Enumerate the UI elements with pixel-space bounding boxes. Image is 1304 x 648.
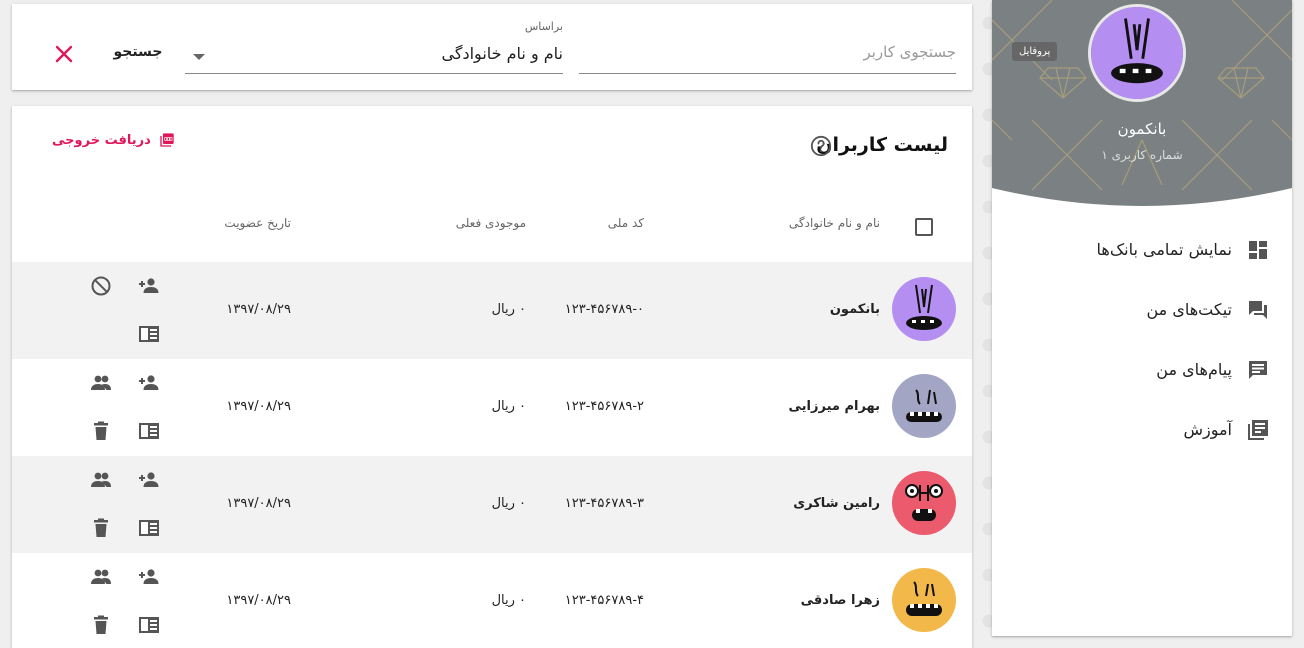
sidebar-item-tutorial[interactable]: آموزش — [992, 408, 1292, 452]
sidebar-item-label: پیام‌های من — [1156, 360, 1232, 379]
search-bar: جستجو براساس نام و نام خانوادگی — [12, 4, 972, 90]
avatar — [892, 568, 956, 632]
column-header-balance: موجودی فعلی — [455, 216, 526, 230]
sidebar-item-my-messages[interactable]: پیام‌های من — [992, 348, 1292, 392]
ledger-icon[interactable] — [137, 613, 161, 637]
ledger-icon[interactable] — [137, 516, 161, 540]
user-name: بانکمون — [829, 302, 880, 317]
ledger-icon[interactable] — [137, 419, 161, 443]
library-books-icon — [1248, 420, 1268, 440]
user-name: زهرا صادقی — [800, 593, 880, 608]
user-join-date: ۱۳۹۷/۰۸/۲۹ — [226, 399, 291, 414]
export-button[interactable]: دریافت خروجی — [52, 132, 175, 148]
sidebar-item-my-tickets[interactable]: تیکت‌های من — [992, 288, 1292, 332]
user-join-date: ۱۳۹۷/۰۸/۲۹ — [226, 496, 291, 511]
user-national-id: ۱۲۳-۴۵۶۷۸۹-۰ — [564, 302, 644, 317]
search-button[interactable]: جستجو — [108, 44, 168, 60]
avatar — [892, 374, 956, 438]
search-input[interactable] — [579, 30, 956, 73]
table-row[interactable]: رامین شاکری ۱۲۳-۴۵۶۷۸۹-۳ ۰ ریال ۱۳۹۷/۰۸/… — [12, 456, 972, 553]
user-join-date: ۱۳۹۷/۰۸/۲۹ — [226, 302, 291, 317]
profile-header: پروفایل بانکمون شماره کاربری ۱ — [992, 0, 1292, 212]
table-row[interactable]: بانکمون ۱۲۳-۴۵۶۷۸۹-۰ ۰ ریال ۱۳۹۷/۰۸/۲۹ — [12, 262, 972, 359]
add-member-icon[interactable] — [137, 468, 161, 492]
user-national-id: ۱۲۳-۴۵۶۷۸۹-۲ — [564, 399, 644, 414]
user-name: بهرام میرزایی — [788, 399, 880, 414]
chevron-down-icon — [193, 54, 205, 60]
avatar — [892, 471, 956, 535]
forum-icon — [1249, 301, 1267, 319]
column-header-join-date: تاریخ عضویت — [224, 216, 291, 230]
add-member-icon[interactable] — [137, 274, 161, 298]
search-field — [579, 30, 956, 74]
page-title: لیست کاربران — [816, 134, 948, 156]
profile-subtitle: شماره کاربری ۱ — [1101, 148, 1183, 162]
filter-select[interactable]: براساس نام و نام خانوادگی — [185, 18, 563, 74]
users-list-card: لیست کاربران دریافت خروجی نام و نام خانو… — [12, 106, 972, 648]
add-member-icon[interactable] — [137, 371, 161, 395]
column-header-name: نام و نام خانوادگی — [788, 216, 880, 230]
column-header-national-id: کد ملی — [607, 216, 644, 230]
table-row[interactable]: بهرام میرزایی ۱۲۳-۴۵۶۷۸۹-۲ ۰ ریال ۱۳۹۷/۰… — [12, 359, 972, 456]
user-balance: ۰ ریال — [491, 496, 526, 511]
delete-icon[interactable] — [89, 516, 113, 540]
group-icon[interactable] — [89, 468, 113, 492]
filter-select-label: براساس — [524, 20, 563, 33]
select-all-checkbox[interactable] — [915, 218, 933, 236]
user-name: رامین شاکری — [793, 496, 880, 511]
avatar — [892, 277, 956, 341]
user-balance: ۰ ریال — [491, 593, 526, 608]
group-icon[interactable] — [89, 371, 113, 395]
message-icon — [1249, 361, 1267, 379]
add-member-icon[interactable] — [137, 565, 161, 589]
user-national-id: ۱۲۳-۴۵۶۷۸۹-۴ — [564, 593, 644, 608]
sidebar-item-label: تیکت‌های من — [1146, 300, 1233, 319]
delete-icon[interactable] — [89, 613, 113, 637]
user-national-id: ۱۲۳-۴۵۶۷۸۹-۳ — [564, 496, 644, 511]
sidebar-item-label: آموزش — [1183, 420, 1232, 439]
user-join-date: ۱۳۹۷/۰۸/۲۹ — [226, 593, 291, 608]
dashboard-icon — [1249, 241, 1267, 259]
help-icon[interactable] — [810, 135, 832, 157]
group-icon[interactable] — [89, 565, 113, 589]
user-balance: ۰ ریال — [491, 399, 526, 414]
export-label: دریافت خروجی — [52, 132, 151, 148]
profile-tooltip: پروفایل — [1012, 42, 1058, 61]
filter-select-value: نام و نام خانوادگی — [441, 44, 563, 63]
pdf-icon — [160, 133, 174, 147]
delete-icon[interactable] — [89, 419, 113, 443]
profile-name: بانکمون — [1117, 120, 1167, 138]
block-icon[interactable] — [89, 274, 113, 298]
ledger-icon[interactable] — [137, 322, 161, 346]
profile-avatar[interactable] — [1088, 4, 1186, 102]
user-balance: ۰ ریال — [491, 302, 526, 317]
sidebar-item-label: نمایش تمامی بانک‌ها — [1096, 240, 1233, 259]
close-icon[interactable] — [52, 42, 76, 66]
sidebar: پروفایل بانکمون شماره کاربری ۱ نمایش تما… — [992, 0, 1292, 636]
table-row[interactable]: زهرا صادقی ۱۲۳-۴۵۶۷۸۹-۴ ۰ ریال ۱۳۹۷/۰۸/۲… — [12, 553, 972, 648]
sidebar-item-all-banks[interactable]: نمایش تمامی بانک‌ها — [992, 228, 1292, 272]
